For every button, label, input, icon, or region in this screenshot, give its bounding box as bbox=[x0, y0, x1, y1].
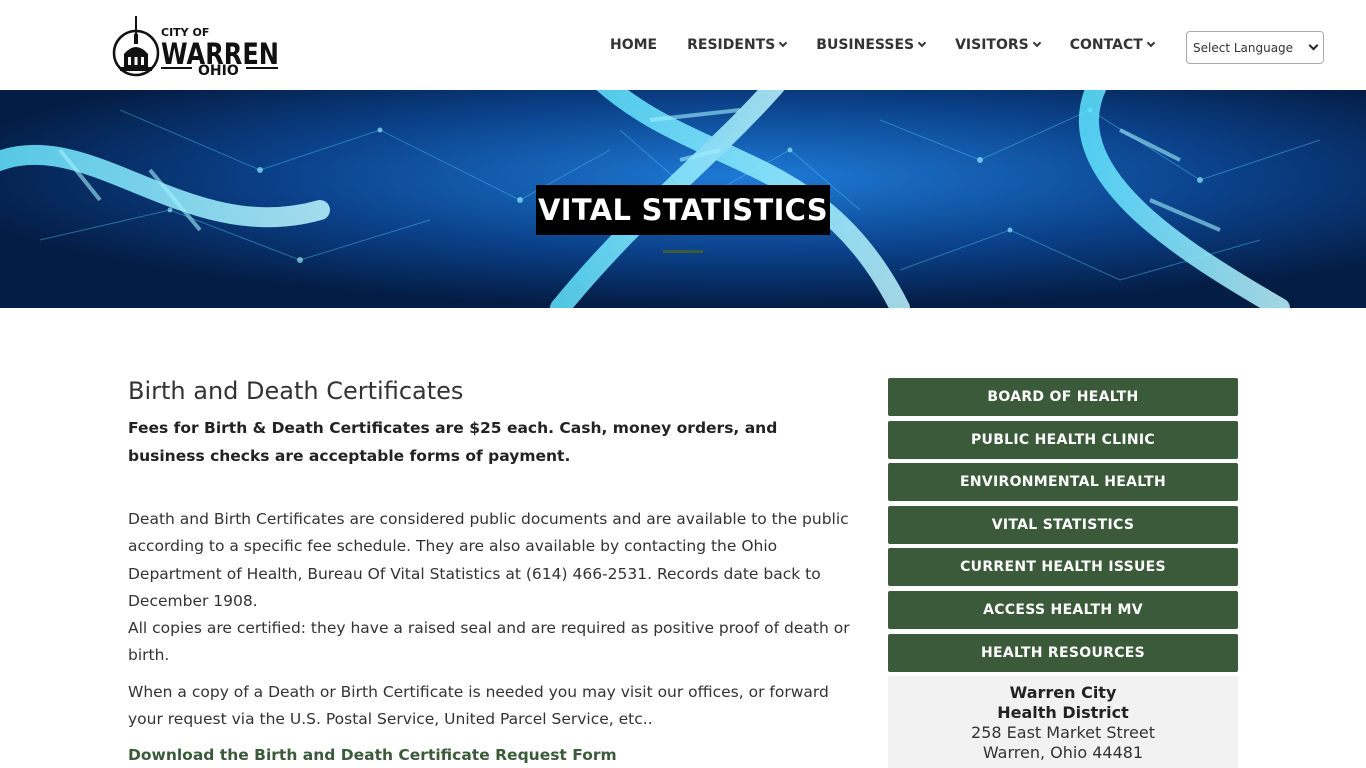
sidebar-button-access-health-mv[interactable]: ACCESS HEALTH MV bbox=[888, 590, 1238, 629]
paragraph-certified-copies: All copies are certified: they have a ra… bbox=[128, 619, 850, 665]
sidebar-button-public-health-clinic[interactable]: PUBLIC HEALTH CLINIC bbox=[888, 420, 1238, 459]
sidebar-button-current-health-issues[interactable]: CURRENT HEALTH ISSUES bbox=[888, 548, 1238, 587]
paragraph-request-methods: When a copy of a Death or Birth Certific… bbox=[128, 682, 829, 729]
nav-contact[interactable]: CONTACT bbox=[1069, 36, 1156, 54]
nav-residents-label: RESIDENTS bbox=[687, 37, 776, 53]
nav-businesses[interactable]: BUSINESSES bbox=[816, 36, 927, 54]
fees-notice: Fees for Birth & Death Certificates are … bbox=[128, 419, 778, 465]
org-name-line1: Warren City bbox=[1009, 683, 1117, 703]
title-underline bbox=[663, 250, 703, 253]
sidebar-button-vital-statistics[interactable]: VITAL STATISTICS bbox=[888, 505, 1238, 544]
city-state-zip: Warren, Ohio 44481 bbox=[982, 743, 1144, 763]
nav-home[interactable]: HOME bbox=[610, 36, 657, 54]
chevron-down-icon bbox=[779, 38, 788, 48]
org-name-line2: Health District bbox=[997, 703, 1129, 723]
sidebar-button-board-of-health[interactable]: BOARD OF HEALTH bbox=[888, 378, 1238, 416]
paragraph-public-documents: Death and Birth Certificates are conside… bbox=[128, 510, 849, 610]
sidebar: BOARD OF HEALTH PUBLIC HEALTH CLINIC ENV… bbox=[888, 378, 1238, 768]
city-logo[interactable]: CITY OF WARREN OHIO bbox=[112, 12, 282, 80]
nav-home-label: HOME bbox=[610, 37, 658, 53]
site-header: CITY OF WARREN OHIO HOME RESIDENTS BUSIN… bbox=[0, 0, 1366, 90]
warren-logo-icon: CITY OF WARREN OHIO bbox=[112, 16, 279, 79]
nav-businesses-label: BUSINESSES bbox=[816, 37, 915, 53]
nav-visitors[interactable]: VISITORS bbox=[955, 36, 1041, 54]
hero-banner: VITAL STATISTICS bbox=[0, 90, 1366, 308]
page-title: VITAL STATISTICS bbox=[536, 185, 830, 235]
chevron-down-icon bbox=[1146, 38, 1156, 48]
chevron-down-icon bbox=[1308, 40, 1319, 51]
nav-residents[interactable]: RESIDENTS bbox=[687, 36, 788, 54]
sidebar-button-environmental-health[interactable]: ENVIRONMENTAL HEALTH bbox=[888, 463, 1238, 502]
language-select[interactable]: Select Language bbox=[1186, 31, 1324, 64]
chevron-down-icon bbox=[1032, 38, 1041, 48]
nav-contact-label: CONTACT bbox=[1069, 37, 1143, 53]
address-card: Warren City Health District 258 East Mar… bbox=[888, 676, 1238, 768]
section-heading: Birth and Death Certificates bbox=[128, 377, 464, 405]
main-nav: HOME RESIDENTS BUSINESSES VISITORS CONTA… bbox=[610, 36, 1184, 54]
language-select-value: Select Language bbox=[1193, 40, 1294, 55]
chevron-down-icon bbox=[917, 38, 927, 48]
main-content: Birth and Death Certificates Fees for Bi… bbox=[128, 376, 858, 768]
street-address: 258 East Market Street bbox=[971, 723, 1155, 743]
sidebar-button-health-resources[interactable]: HEALTH RESOURCES bbox=[888, 633, 1238, 672]
logo-sub-text: OHIO bbox=[198, 63, 239, 79]
download-request-form-link[interactable]: Download the Birth and Death Certificate… bbox=[128, 742, 617, 768]
nav-visitors-label: VISITORS bbox=[955, 37, 1029, 53]
